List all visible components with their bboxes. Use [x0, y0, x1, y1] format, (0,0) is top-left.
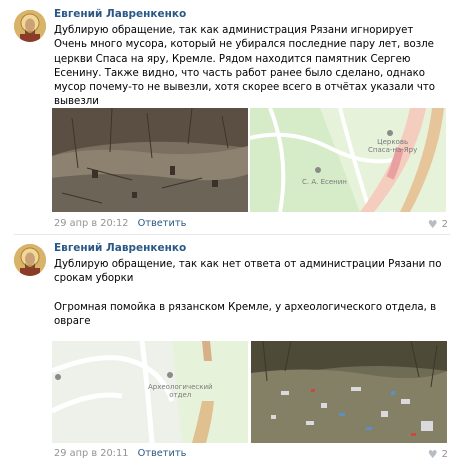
like-button[interactable]: ♥ 2: [428, 218, 448, 231]
divider: [14, 234, 450, 235]
map-attachment[interactable]: Церковь Спаса-на-Яру С. А. Есенин: [250, 108, 446, 212]
comment-text: Дублирую обращение, так как администраци…: [54, 25, 436, 108]
map-label-archaeology: Археологический отдел: [148, 383, 213, 399]
reply-button[interactable]: Ответить: [138, 218, 187, 229]
photo-attachment[interactable]: [52, 108, 248, 212]
like-button[interactable]: ♥ 2: [428, 448, 448, 461]
avatar[interactable]: [14, 10, 46, 42]
avatar[interactable]: [14, 244, 46, 276]
post-meta: 29 апр в 20:11 Ответить: [54, 448, 186, 459]
like-count: 2: [441, 219, 448, 230]
map-label-church: Церковь Спаса-на-Яру: [368, 138, 418, 154]
reply-button[interactable]: Ответить: [138, 448, 187, 459]
post-date[interactable]: 29 апр в 20:12: [54, 218, 128, 229]
map-label-monument: С. А. Есенин: [302, 178, 347, 186]
heart-icon: ♥: [427, 218, 438, 231]
photo-attachment[interactable]: [251, 341, 447, 443]
map-attachment[interactable]: Археологический отдел: [52, 341, 248, 443]
author-name[interactable]: Евгений Лавренкенко: [54, 242, 186, 254]
comment-text: Дублирую обращение, так как нет ответа о…: [54, 259, 442, 328]
author-name[interactable]: Евгений Лавренкенко: [54, 8, 186, 20]
heart-icon: ♥: [427, 448, 438, 461]
like-count: 2: [441, 449, 448, 460]
post-date[interactable]: 29 апр в 20:11: [54, 448, 128, 459]
post-meta: 29 апр в 20:12 Ответить: [54, 218, 186, 229]
